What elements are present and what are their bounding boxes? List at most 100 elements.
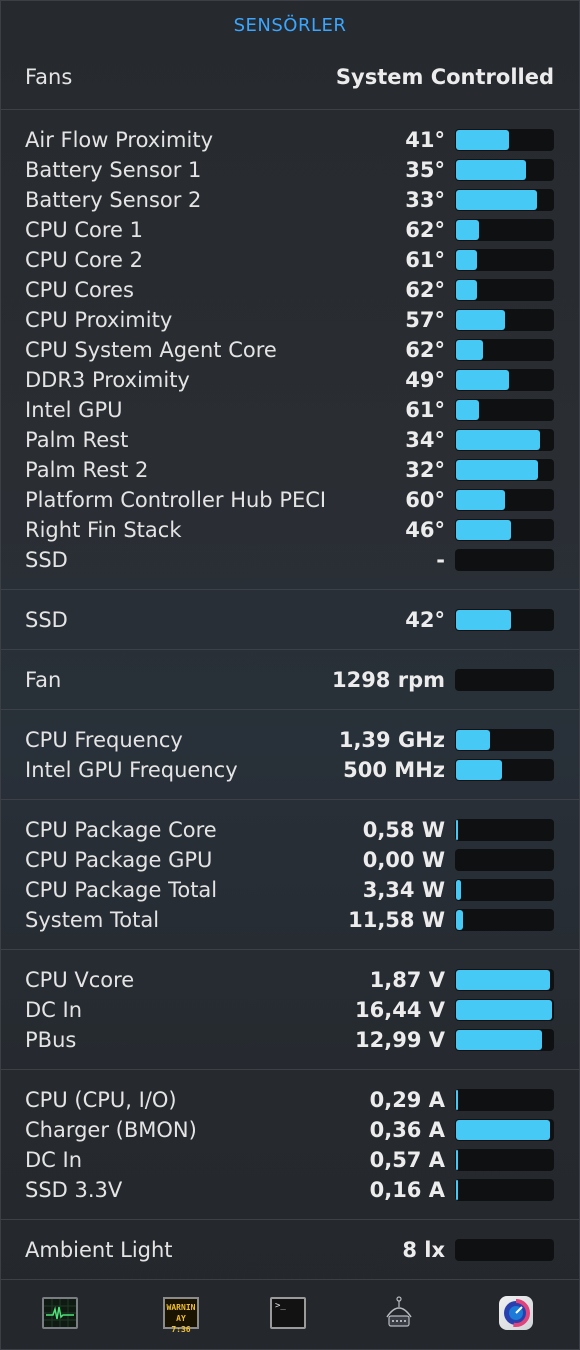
- light-sensor-row[interactable]: Ambient Light 8 lx: [1, 1235, 579, 1265]
- current-sensor-row[interactable]: CPU (CPU, I/O) 0,29 A: [1, 1085, 579, 1115]
- sensor-value: 42°: [405, 608, 445, 632]
- power-sensor-row[interactable]: CPU Package Total 3,34 W: [1, 875, 579, 905]
- voltage-sensor-row[interactable]: CPU Vcore 1,87 V: [1, 965, 579, 995]
- sensor-value: 0,58 W: [362, 818, 445, 842]
- current-sensor-row[interactable]: DC In 0,57 A: [1, 1145, 579, 1175]
- sensor-value: 34°: [405, 428, 445, 452]
- temperature-sensor-row[interactable]: CPU System Agent Core 62°: [1, 335, 579, 365]
- sensor-level-fill: [456, 340, 484, 360]
- fans-mode-value[interactable]: System Controlled: [336, 62, 554, 92]
- sensor-value: 49°: [405, 368, 445, 392]
- sensor-value: 62°: [405, 338, 445, 362]
- voltage-sensor-row[interactable]: DC In 16,44 V: [1, 995, 579, 1025]
- sensor-level-bar: [455, 159, 554, 181]
- sensor-level-bar: [455, 669, 554, 691]
- temperature-sensor-row[interactable]: Intel GPU 61°: [1, 395, 579, 425]
- sensor-value: 57°: [405, 308, 445, 332]
- sensor-level-bar: [455, 339, 554, 361]
- sensor-level-bar: [455, 399, 554, 421]
- sensor-label: CPU Proximity: [25, 308, 173, 332]
- sensor-label: DC In: [25, 1148, 83, 1172]
- ssd-sensor-row[interactable]: SSD 42°: [1, 605, 579, 635]
- terminal-icon-prompt: >_: [275, 1301, 286, 1311]
- sensor-label: PBus: [25, 1028, 77, 1052]
- sensor-level-bar: [455, 429, 554, 451]
- sensor-level-bar: [455, 369, 554, 391]
- sensor-value: 60°: [405, 488, 445, 512]
- sensor-level-bar: [455, 549, 554, 571]
- console-icon-line-1: WARNIN: [166, 1303, 196, 1312]
- sensor-label: Platform Controller Hub PECI: [25, 488, 327, 512]
- voltage-sensor-row[interactable]: PBus 12,99 V: [1, 1025, 579, 1055]
- sensor-level-bar: [455, 1179, 554, 1201]
- fan-sensor-row[interactable]: Fan 1298 rpm: [1, 665, 579, 695]
- divider: [1, 109, 579, 110]
- sensor-value: 11,58 W: [348, 908, 445, 932]
- sensor-label: Palm Rest: [25, 428, 129, 452]
- current-sensor-row[interactable]: Charger (BMON) 0,36 A: [1, 1115, 579, 1145]
- sensor-label: Battery Sensor 2: [25, 188, 202, 212]
- sensor-level-bar: [455, 1239, 554, 1261]
- terminal-icon[interactable]: >_: [270, 1297, 306, 1329]
- sensor-level-bar: [455, 459, 554, 481]
- istat-menus-icon[interactable]: [499, 1296, 533, 1330]
- console-icon[interactable]: WARNIN AY 7:36: [163, 1297, 199, 1334]
- sensor-level-fill: [456, 400, 480, 420]
- frequency-sensor-row[interactable]: Intel GPU Frequency 500 MHz: [1, 755, 579, 785]
- temperature-sensor-row[interactable]: Palm Rest 2 32°: [1, 455, 579, 485]
- sensor-label: Palm Rest 2: [25, 458, 149, 482]
- sensor-level-fill: [456, 1030, 543, 1050]
- sensor-label: DDR3 Proximity: [25, 368, 190, 392]
- sensor-level-fill: [456, 520, 512, 540]
- temperature-sensor-row[interactable]: DDR3 Proximity 49°: [1, 365, 579, 395]
- sensor-level-fill: [456, 880, 461, 900]
- sensor-label: Right Fin Stack: [25, 518, 182, 542]
- fans-row[interactable]: Fans System Controlled: [1, 62, 579, 92]
- temperature-sensor-row[interactable]: Platform Controller Hub PECI 60°: [1, 485, 579, 515]
- power-sensor-row[interactable]: CPU Package Core 0,58 W: [1, 815, 579, 845]
- sensor-level-fill: [456, 430, 541, 450]
- sensor-value: 1298 rpm: [331, 668, 445, 692]
- system-information-icon[interactable]: [381, 1296, 417, 1329]
- sensor-label: SSD: [25, 548, 68, 572]
- console-icon-line-2: AY 7:36: [171, 1314, 191, 1334]
- sensor-label: CPU System Agent Core: [25, 338, 277, 362]
- current-sensor-row[interactable]: SSD 3.3V 0,16 A: [1, 1175, 579, 1205]
- sensor-value: 35°: [405, 158, 445, 182]
- temperature-sensor-row[interactable]: Air Flow Proximity 41°: [1, 125, 579, 155]
- sensor-level-fill: [456, 1090, 458, 1110]
- sensor-value: 62°: [405, 278, 445, 302]
- temperature-sensor-row[interactable]: Palm Rest 34°: [1, 425, 579, 455]
- sensor-label: Fan: [25, 668, 62, 692]
- sensor-level-fill: [456, 250, 478, 270]
- power-sensor-row[interactable]: System Total 11,58 W: [1, 905, 579, 935]
- sensor-value: 32°: [405, 458, 445, 482]
- section-divider: [1, 649, 579, 650]
- sensor-level-bar: [455, 879, 554, 901]
- sensor-value: 62°: [405, 218, 445, 242]
- sensor-level-bar: [455, 219, 554, 241]
- temperature-sensor-row[interactable]: Battery Sensor 2 33°: [1, 185, 579, 215]
- sensor-label: CPU Package GPU: [25, 848, 213, 872]
- sensor-level-bar: [455, 729, 554, 751]
- sensor-level-fill: [456, 610, 512, 630]
- temperature-sensor-row[interactable]: CPU Core 2 61°: [1, 245, 579, 275]
- sensor-level-fill: [456, 460, 539, 480]
- sensor-label: CPU Frequency: [25, 728, 183, 752]
- sensor-level-fill: [456, 1180, 458, 1200]
- sensor-value: 1,87 V: [369, 968, 445, 992]
- temperature-sensor-row[interactable]: Battery Sensor 1 35°: [1, 155, 579, 185]
- temperature-sensor-row[interactable]: SSD -: [1, 545, 579, 575]
- sensor-level-bar: [455, 969, 554, 991]
- temperature-sensor-row[interactable]: CPU Proximity 57°: [1, 305, 579, 335]
- activity-monitor-icon[interactable]: [42, 1297, 78, 1329]
- sensor-level-bar: [455, 909, 554, 931]
- sensor-label: DC In: [25, 998, 83, 1022]
- fans-label: Fans: [25, 65, 73, 89]
- temperature-sensor-row[interactable]: CPU Core 1 62°: [1, 215, 579, 245]
- temperature-sensor-row[interactable]: CPU Cores 62°: [1, 275, 579, 305]
- frequency-sensor-row[interactable]: CPU Frequency 1,39 GHz: [1, 725, 579, 755]
- temperature-sensor-row[interactable]: Right Fin Stack 46°: [1, 515, 579, 545]
- power-sensor-row[interactable]: CPU Package GPU 0,00 W: [1, 845, 579, 875]
- sensor-level-fill: [456, 160, 526, 180]
